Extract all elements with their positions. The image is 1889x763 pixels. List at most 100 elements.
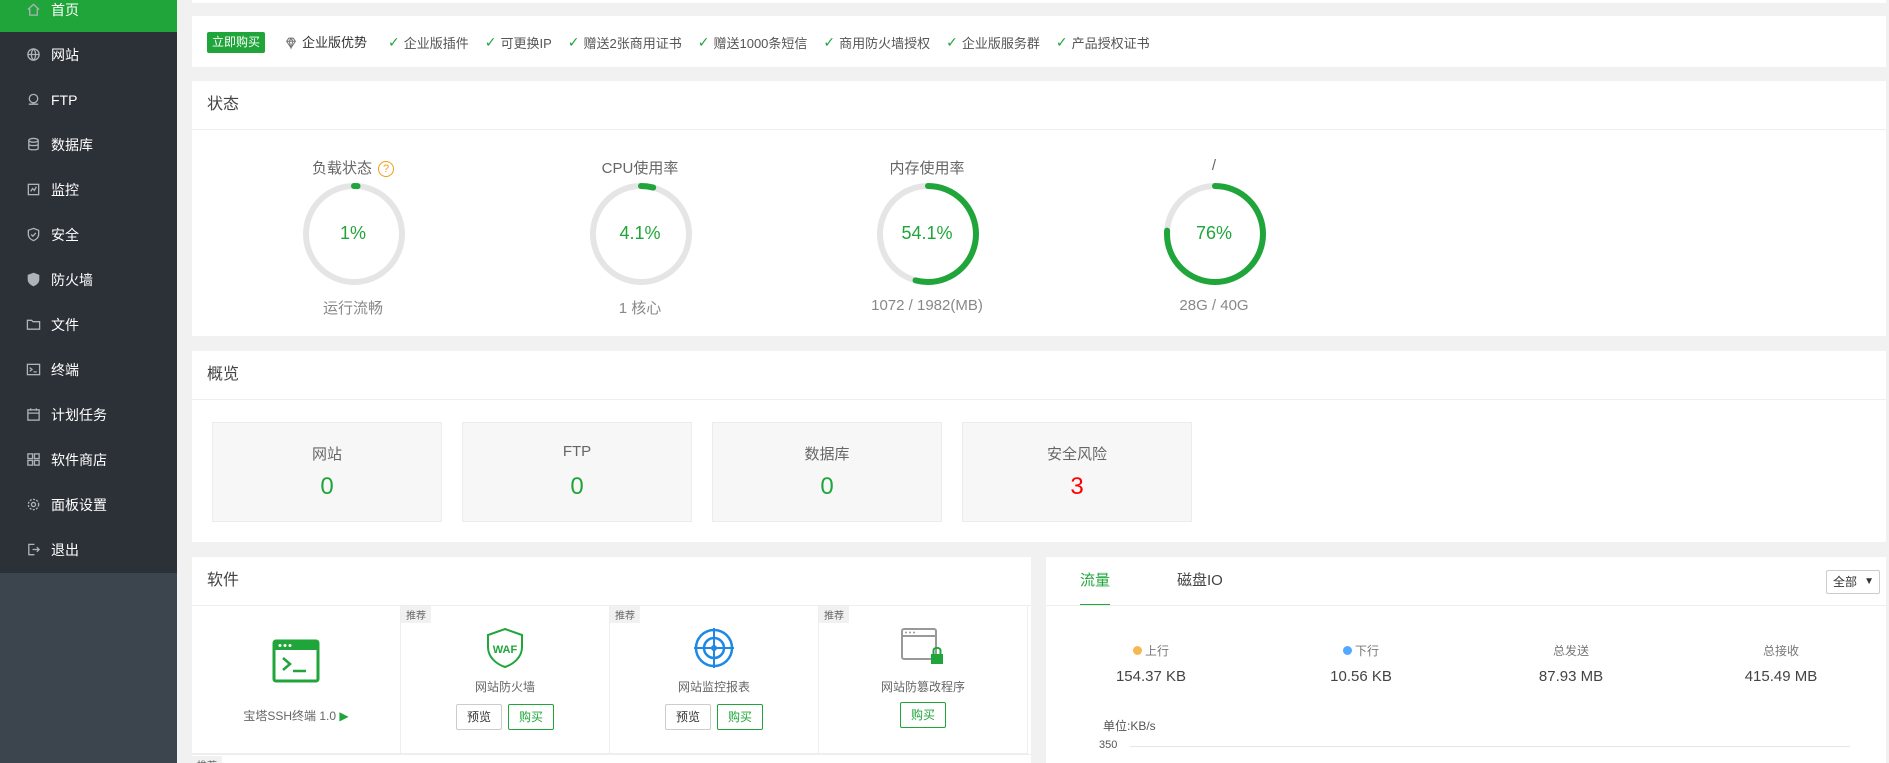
software-name: 网站防篡改程序 [880, 680, 965, 694]
chart-unit-label: 单位:KB/s [1103, 719, 1156, 733]
stat-value: 10.56 KB [1330, 668, 1392, 685]
stat-total-sent: 总发送 87.93 MB [1466, 642, 1676, 685]
sidebar-item-label: 软件商店 [51, 451, 107, 468]
calendar-icon [25, 407, 41, 423]
disk-gauge[interactable]: / 76% 28G / 40G [1070, 157, 1358, 317]
sidebar-item-logout[interactable]: 退出 [0, 527, 177, 572]
sidebar-item-store[interactable]: 软件商店 [0, 437, 177, 482]
software-item-ssh-terminal[interactable]: 宝塔SSH终端 1.0 ▶ [192, 606, 401, 754]
card-value: 0 [320, 473, 334, 500]
gauge-title: CPU使用率 [601, 160, 679, 177]
sidebar-item-cron[interactable]: 计划任务 [0, 392, 177, 437]
folder-icon [25, 317, 41, 333]
sidebar-item-label: 终端 [51, 361, 79, 378]
help-icon[interactable]: ? [378, 161, 394, 178]
feature-label: 可更换IP [500, 36, 552, 51]
feature-label: 赠送2张商用证书 [583, 36, 682, 51]
recommend-badge: 推荐 [819, 606, 849, 623]
software-next-row: 推荐 [192, 754, 1031, 763]
enterprise-banner: 立即购买 企业版优势 ✓ 企业版插件 ✓ 可更换IP ✓ 赠送2张商用证书 ✓ 赠送10… [192, 16, 1886, 67]
overview-panel: 概览 网站 0 FTP 0 数据库 0 安全风险 3 [192, 351, 1886, 542]
sidebar-item-settings[interactable]: 面板设置 [0, 482, 177, 527]
feature-label: 企业版服务群 [961, 36, 1040, 51]
check-icon: ✓ [1055, 34, 1068, 50]
ftp-icon [25, 92, 41, 108]
tab-disk-io[interactable]: 磁盘IO [1177, 557, 1223, 606]
traffic-panel: 流量 磁盘IO 全部 ▼ 上行 154.37 KB 下行 10.56 KB 总发送… [1046, 557, 1886, 763]
gauge-value: 4.1% [619, 223, 661, 243]
software-item-tamper-proof[interactable]: 推荐 网站防篡改程序 购买 [819, 606, 1028, 754]
sidebar-item-website[interactable]: 网站 [0, 32, 177, 77]
network-interface-select[interactable]: 全部 ▼ [1826, 570, 1880, 594]
sidebar-item-label: 网站 [51, 46, 79, 63]
home-icon [25, 2, 41, 18]
buy-now-button[interactable]: 立即购买 [207, 32, 266, 53]
sidebar-item-label: 面板设置 [51, 496, 107, 513]
chart-axis-tick: 350 [1099, 739, 1118, 751]
feature-item: ✓ 商用防火墙授权 [823, 33, 930, 52]
gauge-subtext: 运行流畅 [322, 300, 383, 317]
sidebar-item-security[interactable]: 安全 [0, 212, 177, 257]
overview-card-ftp[interactable]: FTP 0 [462, 422, 692, 522]
load-gauge[interactable]: 负载状态? 1% 运行流畅 [209, 157, 497, 317]
feature-label: 企业版插件 [403, 36, 469, 51]
database-icon [25, 137, 41, 153]
gauge-subtext: 1 核心 [618, 300, 662, 317]
feature-item: ✓ 赠送2张商用证书 [568, 33, 682, 52]
sidebar-item-monitor[interactable]: 监控 [0, 167, 177, 212]
divider [192, 129, 1886, 130]
stat-total-received: 总接收 415.49 MB [1676, 642, 1886, 685]
preview-button[interactable]: 预览 [664, 704, 711, 730]
memory-gauge[interactable]: 内存使用率 54.1% 1072 / 1982(MB) [783, 157, 1071, 317]
check-icon: ✓ [567, 34, 580, 50]
gauge-title: 负载状态? [209, 157, 497, 178]
buy-button[interactable]: 购买 [717, 704, 764, 730]
recommend-badge: 推荐 [610, 606, 640, 623]
feature-label: 赠送1000条短信 [713, 36, 808, 51]
card-label: 网站 [311, 446, 342, 463]
gauge-subtext: 1072 / 1982(MB) [871, 297, 983, 314]
enterprise-advantage-label: 企业版优势 [302, 35, 368, 50]
sidebar-item-label: 安全 [51, 226, 79, 243]
feature-item: ✓ 企业版服务群 [946, 33, 1040, 52]
software-item-site-monitor[interactable]: 推荐 网站监控报表 预览 购买 [610, 606, 819, 754]
stat-label: 总发送 [1552, 644, 1589, 658]
tab-traffic[interactable]: 流量 [1080, 557, 1111, 606]
software-actions: 预览 购买 [610, 704, 818, 730]
sidebar-item-label: 首页 [51, 1, 79, 18]
overview-card-security-risk[interactable]: 安全风险 3 [962, 422, 1192, 522]
sidebar-item-terminal[interactable]: 终端 [0, 347, 177, 392]
feature-item: ✓ 企业版插件 [388, 33, 469, 52]
sidebar-item-label: 数据库 [51, 136, 93, 153]
sidebar-item-home[interactable]: 首页 [0, 0, 177, 32]
sidebar-item-label: 文件 [51, 316, 79, 333]
play-icon: ▶ [339, 709, 349, 723]
overview-card-website[interactable]: 网站 0 [212, 422, 442, 522]
buy-button[interactable]: 购买 [508, 704, 555, 730]
software-item-waf[interactable]: 推荐 WAF 网站防火墙 预览 购买 [401, 606, 610, 754]
sidebar-item-ftp[interactable]: FTP [0, 77, 177, 122]
software-name-text: 宝塔SSH终端 1.0 [243, 709, 337, 723]
terminal-icon [25, 362, 41, 378]
stat-label: 总接收 [1762, 644, 1799, 658]
overview-card-database[interactable]: 数据库 0 [712, 422, 942, 522]
sidebar-item-files[interactable]: 文件 [0, 302, 177, 347]
sidebar-item-database[interactable]: 数据库 [0, 122, 177, 167]
sidebar-item-firewall[interactable]: 防火墙 [0, 257, 177, 302]
status-title: 状态 [207, 96, 240, 113]
shield-icon [25, 227, 41, 243]
buy-button[interactable]: 购买 [899, 702, 946, 728]
card-label: 安全风险 [1046, 446, 1107, 463]
monitor-icon [25, 182, 41, 198]
sidebar-item-label: 退出 [51, 541, 79, 558]
card-value: 0 [570, 473, 584, 500]
recommend-badge: 推荐 [401, 606, 431, 623]
sidebar-item-label: FTP [51, 91, 78, 108]
gauge-value: 1% [339, 223, 366, 243]
cpu-gauge[interactable]: CPU使用率 4.1% 1 核心 [496, 157, 784, 317]
card-label: FTP [562, 443, 592, 460]
stat-label: 上行 [1046, 642, 1256, 659]
preview-button[interactable]: 预览 [455, 704, 502, 730]
enterprise-advantage-title: 企业版优势 [284, 32, 367, 53]
check-icon: ✓ [697, 34, 710, 50]
